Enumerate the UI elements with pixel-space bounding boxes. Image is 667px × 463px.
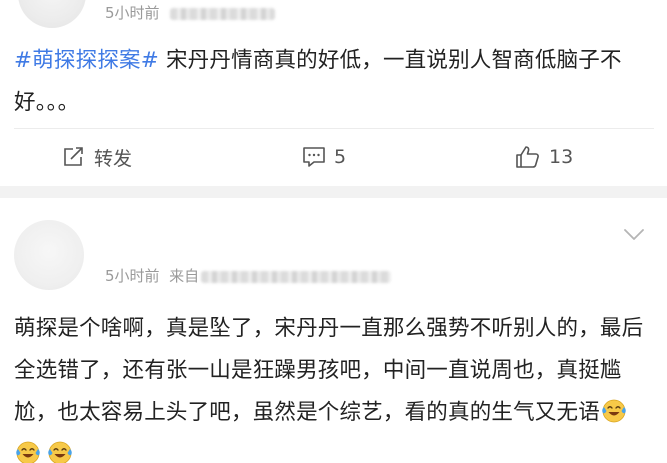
repost-button[interactable]: 转发 bbox=[62, 143, 132, 171]
post-time: 5小时前 bbox=[105, 267, 160, 285]
post-text: #萌探探探案# 宋丹丹情商真的好低，一直说别人智商低脑子不好。。。 bbox=[14, 40, 654, 124]
post-meta: 5小时前 bbox=[105, 2, 275, 23]
comment-button[interactable]: 5 bbox=[302, 143, 346, 171]
avatar[interactable] bbox=[18, 0, 86, 28]
source-prefix: 来自 bbox=[169, 267, 200, 285]
post-time: 5小时前 bbox=[105, 4, 160, 22]
like-count: 13 bbox=[549, 146, 574, 168]
avatar[interactable] bbox=[14, 220, 84, 290]
post-body: 萌探是个啥啊，真是坠了，宋丹丹一直那么强势不听别人的，最后全选错了，还有张一山是… bbox=[14, 316, 644, 425]
post-separator bbox=[0, 186, 667, 198]
post-card: 5小时前 来自 萌探是个啥啊，真是坠了，宋丹丹一直那么强势不听别人的，最后全选错… bbox=[0, 198, 667, 463]
laugh-cry-emoji bbox=[16, 441, 40, 463]
blurred-source bbox=[201, 270, 392, 283]
chevron-down-icon[interactable] bbox=[623, 228, 645, 242]
laugh-cry-emoji bbox=[602, 399, 626, 423]
blurred-source bbox=[169, 7, 275, 20]
comment-count: 5 bbox=[334, 146, 347, 168]
action-bar: 转发 5 13 bbox=[0, 129, 667, 185]
laugh-cry-emoji bbox=[48, 441, 72, 463]
repost-label: 转发 bbox=[94, 147, 133, 170]
comment-icon bbox=[303, 147, 325, 167]
weibo-feed: 5小时前 #萌探探探案# 宋丹丹情商真的好低，一直说别人智商低脑子不好。。。 转… bbox=[0, 0, 667, 463]
share-icon bbox=[64, 147, 83, 166]
post-card: 5小时前 #萌探探探案# 宋丹丹情商真的好低，一直说别人智商低脑子不好。。。 转… bbox=[0, 0, 667, 186]
post-text: 萌探是个啥啊，真是坠了，宋丹丹一直那么强势不听别人的，最后全选错了，还有张一山是… bbox=[14, 308, 654, 463]
like-button[interactable]: 13 bbox=[515, 143, 573, 171]
post-meta: 5小时前 来自 bbox=[105, 265, 392, 286]
topic-link[interactable]: #萌探探探案# bbox=[14, 48, 159, 73]
thumbs-up-icon bbox=[516, 146, 539, 168]
